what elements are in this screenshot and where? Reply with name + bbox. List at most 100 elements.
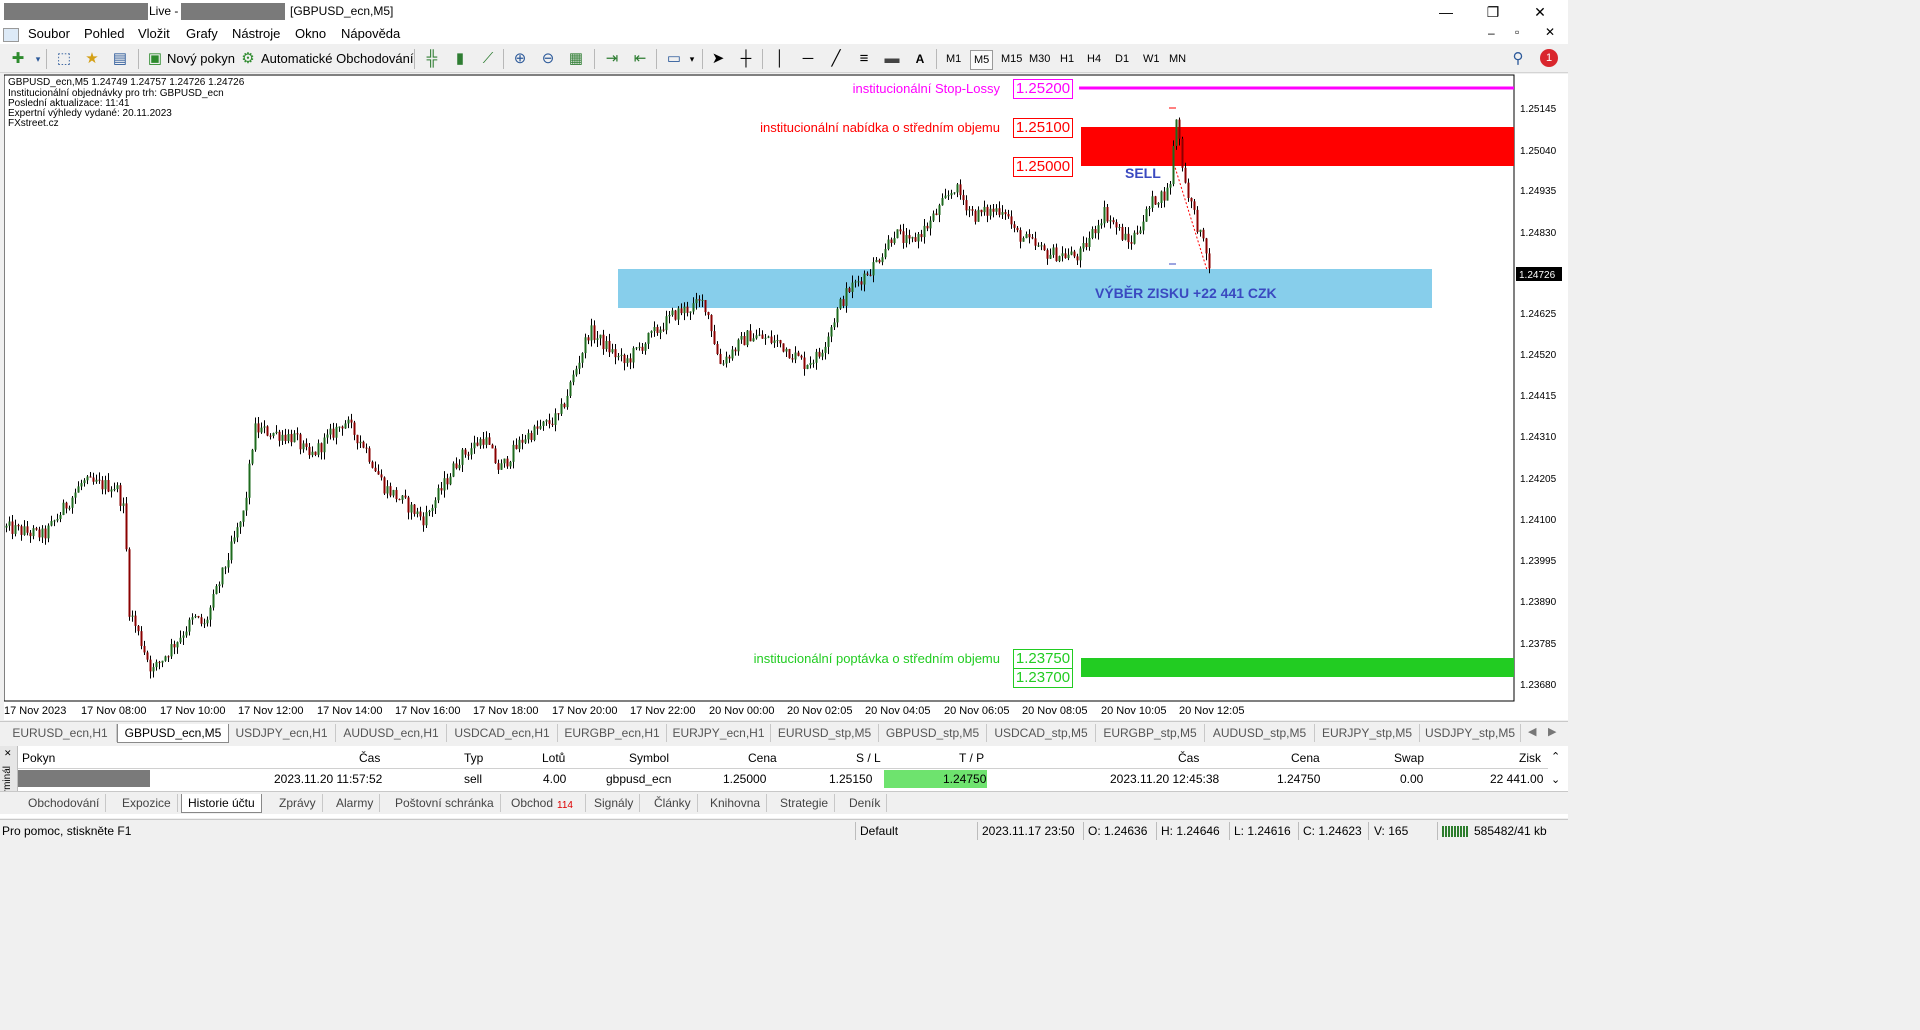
channel-icon[interactable]: ≡: [854, 49, 874, 69]
col-tp[interactable]: T / P: [959, 751, 984, 765]
tab-signaly[interactable]: Signály: [588, 794, 641, 812]
horizontal-line-icon[interactable]: ─: [798, 49, 818, 69]
tab-obchodovani[interactable]: Obchodování: [22, 794, 107, 812]
timeframe-m1[interactable]: M1: [943, 50, 964, 68]
symbol-tab[interactable]: USDJPY_stp,M5: [1420, 724, 1521, 742]
timeframe-h1[interactable]: H1: [1057, 50, 1077, 68]
tabs-scroll-right-icon[interactable]: ▶: [1548, 725, 1556, 738]
candle-body: [476, 442, 479, 446]
restore-child-icon[interactable]: ▫: [1515, 25, 1519, 39]
tile-windows-icon[interactable]: ▦: [566, 49, 586, 69]
symbol-tab[interactable]: AUDUSD_stp,M5: [1205, 724, 1315, 742]
col-swap[interactable]: Swap: [1394, 751, 1424, 765]
timeframe-m30[interactable]: M30: [1026, 50, 1053, 68]
terminal-close-icon[interactable]: ✕: [4, 748, 12, 759]
zoom-in-icon[interactable]: ⊕: [510, 49, 530, 69]
symbol-tab[interactable]: EURJPY_ecn,H1: [667, 724, 771, 742]
rectangle-icon[interactable]: ▬: [882, 49, 902, 69]
cursor-icon[interactable]: ➤: [708, 49, 728, 69]
maximize-button[interactable]: ❐: [1473, 2, 1513, 22]
col-close-price[interactable]: Cena: [1291, 751, 1320, 765]
status-profile[interactable]: Default: [860, 824, 898, 838]
timeframe-mn[interactable]: MN: [1166, 50, 1189, 68]
scroll-up-icon[interactable]: ⌃: [1551, 750, 1560, 763]
tab-denik[interactable]: Deník: [843, 794, 888, 812]
indicators-dropdown-icon[interactable]: ▾: [682, 49, 702, 69]
tab-zpravy[interactable]: Zprávy: [273, 794, 323, 812]
symbol-tab[interactable]: EURGBP_stp,M5: [1096, 724, 1205, 742]
notifications-badge[interactable]: 1: [1540, 49, 1558, 67]
auto-trading-button[interactable]: Automatické Obchodování: [261, 51, 413, 72]
candlestick-icon[interactable]: ▮: [450, 49, 470, 69]
symbol-tab[interactable]: EURUSD_ecn,H1: [4, 724, 117, 742]
favorites-icon[interactable]: ★: [82, 49, 102, 69]
tab-strategie[interactable]: Strategie: [774, 794, 836, 812]
tab-postovni-schranka[interactable]: Poštovní schránka: [389, 794, 501, 812]
market-watch-icon[interactable]: ⬚: [54, 49, 74, 69]
text-tool-icon[interactable]: A: [910, 49, 930, 69]
timeframe-m15[interactable]: M15: [998, 50, 1025, 68]
indicators-icon[interactable]: ▭: [664, 49, 684, 69]
symbol-tab[interactable]: USDCAD_ecn,H1: [447, 724, 558, 742]
zoom-out-icon[interactable]: ⊖: [538, 49, 558, 69]
timeframe-m5[interactable]: M5: [970, 50, 994, 70]
timeframe-w1[interactable]: W1: [1140, 50, 1163, 68]
minimize-button[interactable]: —: [1426, 2, 1466, 22]
close-child-icon[interactable]: ✕: [1545, 25, 1555, 39]
auto-scroll-icon[interactable]: ⇥: [602, 49, 622, 69]
line-chart-icon[interactable]: ⟋: [478, 49, 498, 69]
col-symbol[interactable]: Symbol: [629, 751, 669, 765]
tab-historie-uctu[interactable]: Historie účtu: [181, 794, 262, 813]
menu-napoveda[interactable]: Nápověda: [341, 26, 400, 41]
navigator-icon[interactable]: ▤: [110, 49, 130, 69]
col-time[interactable]: Čas: [359, 751, 380, 765]
new-order-icon[interactable]: ▣: [145, 49, 165, 69]
menu-grafy[interactable]: Grafy: [186, 26, 218, 41]
menu-okno[interactable]: Okno: [295, 26, 326, 41]
tab-obchod[interactable]: Obchod: [505, 794, 587, 812]
crosshair-icon[interactable]: ┼: [736, 49, 756, 69]
tab-expozice[interactable]: Expozice: [116, 794, 178, 812]
scroll-down-icon[interactable]: ⌄: [1551, 773, 1560, 786]
symbol-tab[interactable]: EURJPY_stp,M5: [1315, 724, 1420, 742]
col-sl[interactable]: S / L: [856, 751, 881, 765]
col-close-time[interactable]: Čas: [1178, 751, 1199, 765]
symbol-tab[interactable]: EURGBP_ecn,H1: [558, 724, 667, 742]
new-order-button[interactable]: Nový pokyn: [167, 51, 235, 72]
symbol-tab[interactable]: USDCAD_stp,M5: [987, 724, 1096, 742]
tab-alarmy[interactable]: Alarmy: [330, 794, 381, 812]
search-icon[interactable]: ⚲: [1508, 49, 1528, 69]
menu-nastroje[interactable]: Nástroje: [232, 26, 280, 41]
new-chart-icon[interactable]: ✚: [8, 49, 28, 69]
timeframe-h4[interactable]: H4: [1084, 50, 1104, 68]
minimize-child-icon[interactable]: –: [1488, 26, 1495, 40]
menu-pohled[interactable]: Pohled: [84, 26, 124, 41]
col-price[interactable]: Cena: [748, 751, 777, 765]
tabs-scroll-left-icon[interactable]: ◀: [1528, 725, 1536, 738]
symbol-tab[interactable]: EURUSD_stp,M5: [771, 724, 879, 742]
vertical-line-icon[interactable]: │: [770, 49, 790, 69]
chart-area[interactable]: 1.24726 GBPUSD_ecn,M5 1.24749 1.24757 1.…: [4, 74, 1568, 720]
auto-trading-icon[interactable]: ⚙: [238, 49, 258, 69]
col-lots[interactable]: Lotů: [542, 751, 565, 765]
tab-knihovna[interactable]: Knihovna: [704, 794, 768, 812]
col-order[interactable]: Pokyn: [22, 751, 55, 765]
symbol-tab[interactable]: USDJPY_ecn,H1: [228, 724, 336, 742]
col-profit[interactable]: Zisk: [1519, 751, 1541, 765]
bar-chart-icon[interactable]: ╬: [422, 49, 442, 69]
candle-body: [143, 645, 146, 653]
close-button[interactable]: ✕: [1520, 2, 1560, 22]
symbol-tab[interactable]: GBPUSD_stp,M5: [879, 724, 987, 742]
menu-vlozit[interactable]: Vložit: [138, 26, 170, 41]
symbol-tab[interactable]: AUDUSD_ecn,H1: [336, 724, 447, 742]
candle-body: [1010, 216, 1013, 225]
chart-shift-icon[interactable]: ⇤: [630, 49, 650, 69]
trendline-icon[interactable]: ╱: [826, 49, 846, 69]
dropdown-arrow-icon[interactable]: ▾: [28, 49, 48, 69]
col-type[interactable]: Typ: [464, 751, 483, 765]
symbol-tab-active[interactable]: GBPUSD_ecn,M5: [117, 724, 229, 743]
tab-clanky[interactable]: Články: [648, 794, 698, 812]
timeframe-d1[interactable]: D1: [1112, 50, 1132, 68]
menu-soubor[interactable]: Soubor: [28, 26, 70, 41]
candle-body: [608, 340, 611, 353]
